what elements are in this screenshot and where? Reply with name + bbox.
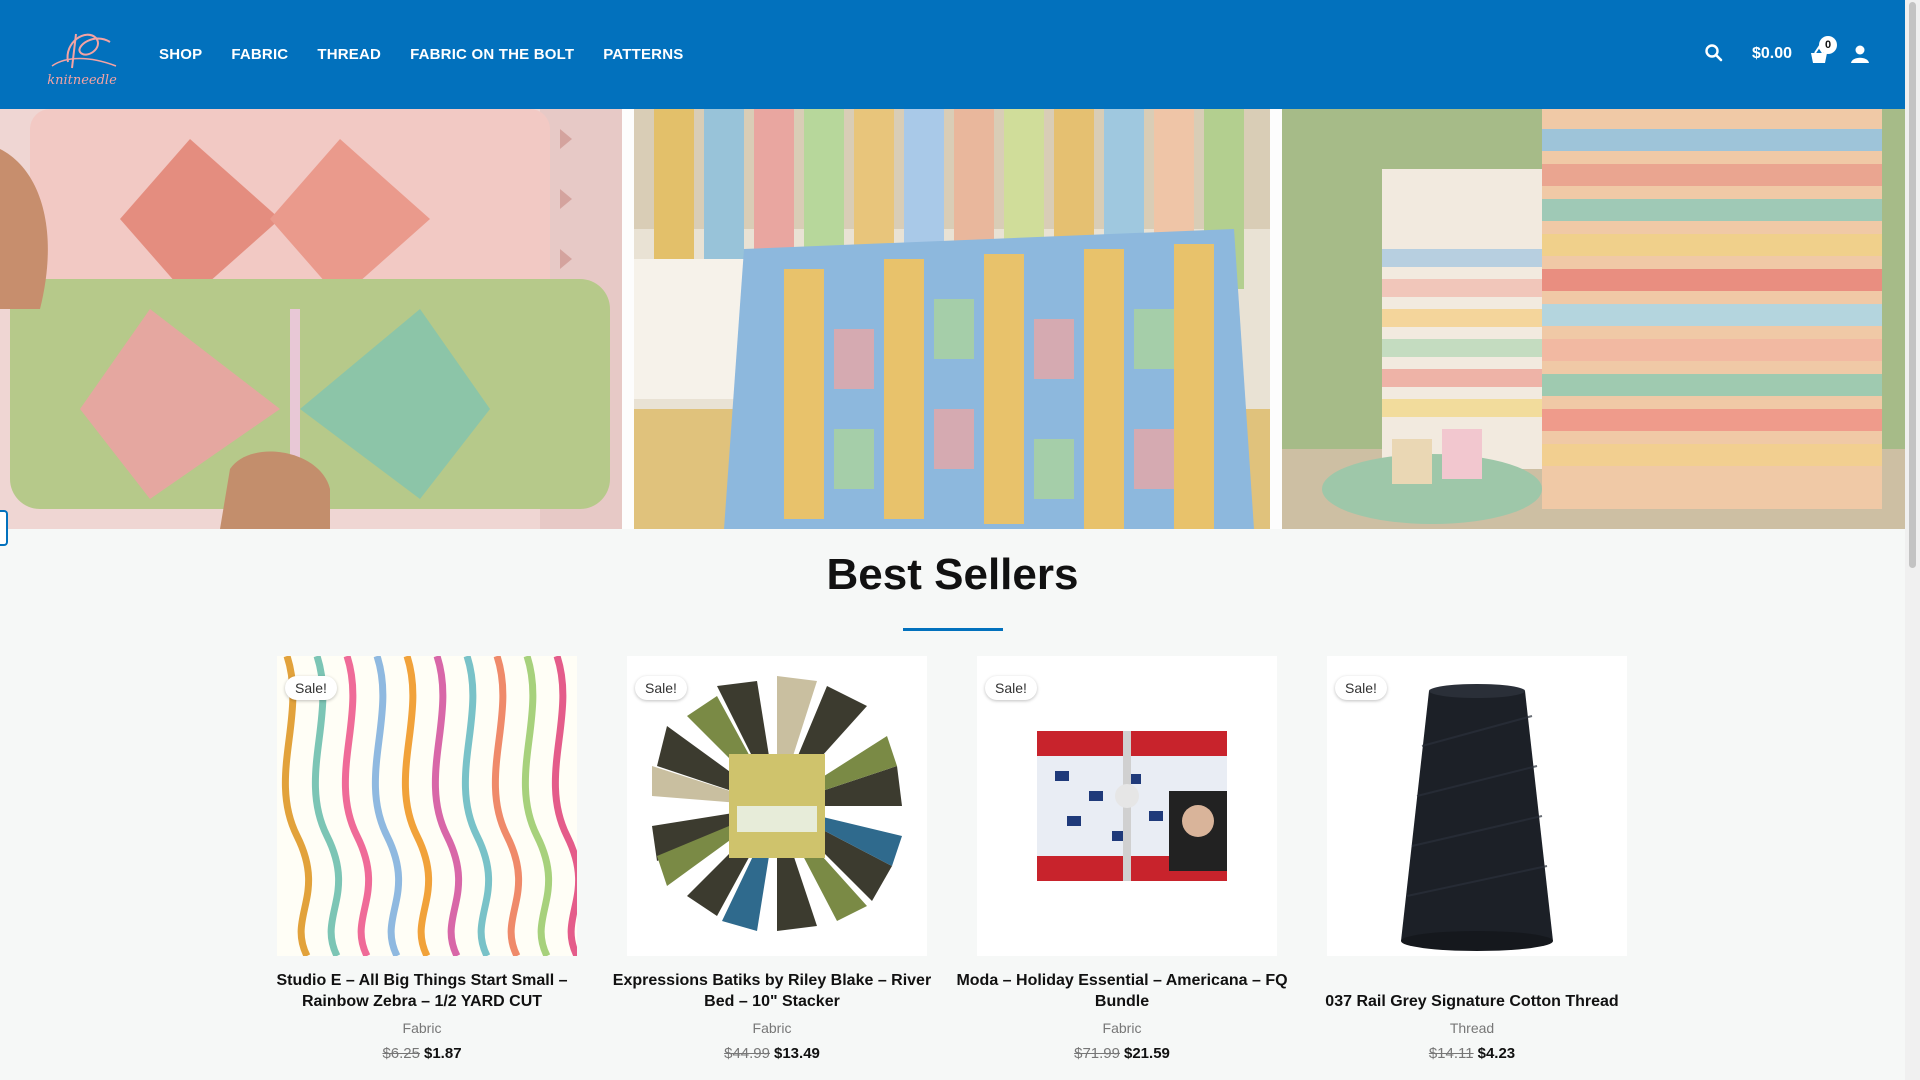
product-name[interactable]: 037 Rail Grey Signature Cotton Thread: [1305, 991, 1639, 1012]
sale-price: $1.87: [424, 1045, 462, 1062]
nav-patterns[interactable]: PATTERNS: [603, 46, 683, 63]
product-name[interactable]: Expressions Batiks by Riley Blake – Rive…: [605, 970, 939, 1012]
cart-total[interactable]: $0.00: [1752, 45, 1792, 63]
sale-price: $4.23: [1477, 1045, 1516, 1062]
original-price: $6.25: [382, 1045, 420, 1062]
sale-badge: Sale!: [285, 676, 337, 700]
svg-text:knitneedle: knitneedle: [47, 73, 117, 88]
original-price: $14.11: [1428, 1045, 1474, 1062]
product-name[interactable]: Moda – Holiday Essential – Americana – F…: [955, 970, 1289, 1012]
sale-badge: Sale!: [635, 676, 687, 700]
product-image[interactable]: [1327, 656, 1627, 956]
original-price: $44.99: [724, 1045, 770, 1062]
page-scrollbar[interactable]: [1905, 0, 1920, 1080]
hero-banner: [0, 109, 1905, 546]
product-name[interactable]: Studio E – All Big Things Start Small – …: [255, 970, 589, 1012]
product-image[interactable]: [627, 656, 927, 956]
product-category[interactable]: Thread: [1305, 1020, 1639, 1036]
sale-price: $21.59: [1124, 1045, 1170, 1062]
fabric-stack-image[interactable]: [1282, 109, 1905, 529]
product-price: $14.11 $4.23: [1305, 1045, 1639, 1062]
product-price: $44.99 $13.49: [605, 1045, 939, 1062]
site-header: knitneedle SHOP FABRIC THREAD FABRIC ON …: [0, 0, 1905, 109]
search-icon[interactable]: [1703, 42, 1725, 64]
sale-price: $13.49: [774, 1045, 820, 1062]
nav-shop[interactable]: SHOP: [159, 46, 202, 63]
product-category[interactable]: Fabric: [955, 1020, 1289, 1036]
sale-badge: Sale!: [1335, 676, 1387, 700]
product-image[interactable]: [277, 656, 577, 956]
best-sellers-heading: Best Sellers: [826, 550, 1079, 599]
product-image[interactable]: [977, 656, 1277, 956]
sale-badge: Sale!: [985, 676, 1037, 700]
product-category[interactable]: Fabric: [255, 1020, 589, 1036]
side-feedback-tab[interactable]: [0, 510, 8, 546]
nav-fabric-on-the-bolt[interactable]: FABRIC ON THE BOLT: [410, 46, 574, 63]
quilt-on-bench-image[interactable]: [634, 109, 1270, 529]
original-price: $71.99: [1074, 1045, 1120, 1062]
nav-fabric[interactable]: FABRIC: [231, 46, 288, 63]
scrollbar-thumb[interactable]: [1909, 2, 1916, 568]
user-icon[interactable]: [1849, 43, 1871, 65]
cart-count-badge: 0: [1819, 36, 1837, 54]
site-logo[interactable]: knitneedle: [46, 22, 118, 88]
product-category[interactable]: Fabric: [605, 1020, 939, 1036]
main-nav: SHOP FABRIC THREAD FABRIC ON THE BOLT PA…: [159, 0, 712, 109]
product-price: $71.99 $21.59: [955, 1045, 1289, 1062]
product-price: $6.25 $1.87: [255, 1045, 589, 1062]
butterfly-pillows-image[interactable]: [0, 109, 622, 529]
heading-divider: [903, 628, 1003, 631]
nav-thread[interactable]: THREAD: [317, 46, 381, 63]
